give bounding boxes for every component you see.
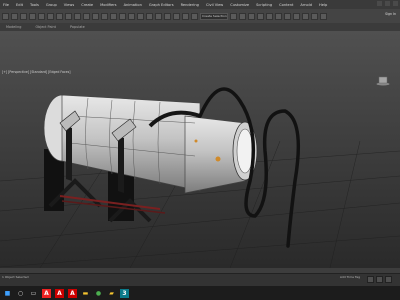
bind-space-warp-icon[interactable] [38,12,45,20]
ribbon-tabs: Modeling Object Paint Populate [0,23,400,31]
menu-item-animation[interactable]: Animation [124,3,142,7]
select-filter-icon[interactable] [47,12,54,20]
tab-modeling[interactable]: Modeling [6,25,21,29]
schematic-view-icon[interactable] [284,12,291,20]
menu-item-group[interactable]: Group [46,3,57,7]
undo-icon[interactable] [2,12,9,20]
link-icon[interactable] [20,12,27,20]
curve-editor-icon[interactable] [275,12,282,20]
status-bar: 1 Object Selected Add Time Tag [0,273,400,286]
spinner-snap-icon[interactable] [182,12,189,20]
tab-object-paint[interactable]: Object Paint [35,25,56,29]
chrome-icon[interactable]: ● [94,289,103,298]
mirror-icon[interactable] [230,12,237,20]
region-select-icon[interactable] [74,12,81,20]
edit-named-selection-icon[interactable] [191,12,198,20]
menu-item-views[interactable]: Views [64,3,74,7]
percent-snap-icon[interactable] [173,12,180,20]
maximize-icon[interactable] [385,1,390,6]
acrobat-icon[interactable]: A [55,288,64,298]
menu-item-rendering[interactable]: Rendering [181,3,199,7]
auto-key-icon[interactable] [367,276,374,283]
acrobat-dc-icon[interactable]: A [68,288,77,298]
sign-in-link[interactable]: Sign In [385,12,396,16]
rotate-icon[interactable] [101,12,108,20]
task-view-icon[interactable]: ▭ [29,289,38,298]
viewcube-icon[interactable] [376,76,390,87]
menu-item-content[interactable]: Content [279,3,293,7]
select-by-name-icon[interactable] [65,12,72,20]
file-explorer-icon[interactable]: ▬ [81,289,90,298]
layer-explorer-icon[interactable] [257,12,264,20]
3dsmax-icon[interactable]: 3 [120,288,129,298]
material-editor-icon[interactable] [293,12,300,20]
scale-icon[interactable] [110,12,117,20]
menu-item-edit[interactable]: Edit [16,3,23,7]
folder-icon[interactable]: ▰ [107,289,116,298]
viewport-label[interactable]: [+] [Perspective] [Standard] [Edged Face… [2,70,71,74]
keyboard-shortcut-icon[interactable] [146,12,153,20]
move-icon[interactable] [92,12,99,20]
menu-item-file[interactable]: File [3,3,9,7]
search-icon[interactable]: ○ [16,289,25,298]
window-crossing-icon[interactable] [83,12,90,20]
menu-item-help[interactable]: Help [319,3,327,7]
unlink-icon[interactable] [29,12,36,20]
reference-coord-icon[interactable] [119,12,126,20]
autodesk-icon[interactable]: A [42,288,51,298]
windows-start-icon[interactable]: ■ [3,289,12,298]
redo-icon[interactable] [11,12,18,20]
menu-item-civil-view[interactable]: Civil View [206,3,223,7]
select-object-icon[interactable] [56,12,63,20]
render-frame-icon[interactable] [311,12,318,20]
tab-populate[interactable]: Populate [70,25,85,29]
menu-item-modifiers[interactable]: Modifiers [100,3,116,7]
menu-item-tools[interactable]: Tools [30,3,39,7]
window-controls [377,1,398,6]
minimize-icon[interactable] [377,1,382,6]
render-icon[interactable] [320,12,327,20]
menu-item-customize[interactable]: Customize [230,3,249,7]
set-key-icon[interactable] [376,276,383,283]
perspective-viewport[interactable] [0,31,400,269]
pivot-icon[interactable] [128,12,135,20]
main-toolbar: Create Selection Se [0,9,400,23]
render-setup-icon[interactable] [302,12,309,20]
scene-explorer-icon[interactable] [248,12,255,20]
snaps-toggle-icon[interactable] [155,12,162,20]
menu-item-scripting[interactable]: Scripting [256,3,272,7]
selection-set-dropdown[interactable]: Create Selection Se [200,12,228,20]
menu-bar: File Edit Tools Group Views Create Modif… [0,0,400,9]
menu-item-graph-editors[interactable]: Graph Editors [149,3,174,7]
windows-taskbar: ■ ○ ▭ A A A ▬ ● ▰ 3 [0,286,400,300]
menu-item-arnold[interactable]: Arnold [300,3,312,7]
angle-snap-icon[interactable] [164,12,171,20]
selection-status: 1 Object Selected [2,275,29,279]
play-icon[interactable] [385,276,392,283]
align-icon[interactable] [239,12,246,20]
menu-item-create[interactable]: Create [81,3,93,7]
viewport-scene [0,31,400,269]
ribbon-toggle-icon[interactable] [266,12,273,20]
add-time-tag[interactable]: Add Time Tag [340,275,360,279]
close-icon[interactable] [393,1,398,6]
select-manipulate-icon[interactable] [137,12,144,20]
